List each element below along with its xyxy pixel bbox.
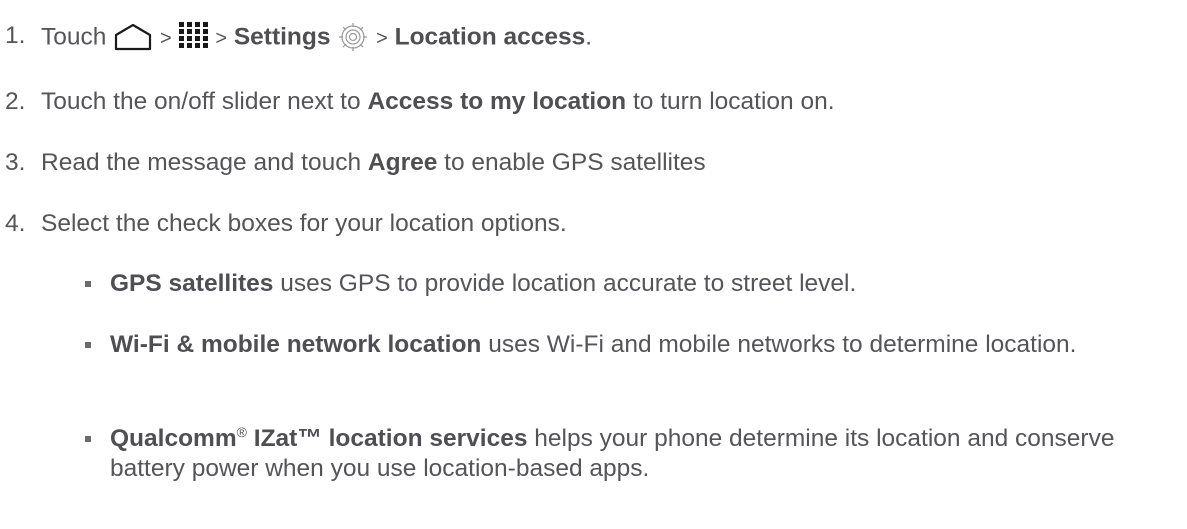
separator: >: [160, 27, 172, 50]
location-access-label: Location access: [394, 23, 586, 51]
access-to-my-location-label: Access to my location: [367, 88, 627, 115]
bullet-description: uses GPS to provide location accurate to…: [280, 270, 857, 297]
step-text-pre: Read the message and touch: [41, 149, 362, 176]
bullet-text: GPS satellites uses GPS to provide locat…: [110, 269, 1170, 299]
period: .: [585, 23, 593, 51]
bullet-text: Wi-Fi & mobile network location uses Wi-…: [110, 330, 1170, 360]
home-icon: [113, 23, 153, 54]
step-number: 3.: [5, 149, 26, 176]
step-text-pre: Touch the on/off slider next to: [41, 88, 361, 115]
bullet-marker: [85, 436, 91, 442]
step-number: 2.: [5, 88, 26, 115]
wifi-mobile-network-label: Wi-Fi & mobile network location: [110, 331, 482, 358]
step-number: 1.: [5, 22, 26, 49]
izat-location-services-label: IZat™ location services: [253, 425, 528, 452]
separator: >: [215, 27, 228, 50]
apps-grid-icon: [178, 22, 209, 54]
step-text: Touch the on/off slider next to Access t…: [41, 87, 835, 117]
agree-label: Agree: [367, 149, 438, 176]
touch-text: Touch: [41, 23, 107, 51]
bullet-marker: [85, 342, 91, 348]
bullet-description: uses Wi-Fi and mobile networks to determ…: [488, 331, 1077, 358]
step-text: Select the check boxes for your location…: [41, 210, 567, 237]
step-text: Read the message and touch Agree to enab…: [41, 148, 706, 178]
step-text-post: to turn location on.: [632, 88, 835, 115]
gps-satellites-label: GPS satellites: [110, 270, 274, 297]
qualcomm-label: Qualcomm: [110, 425, 237, 452]
bullet-text: Qualcomm® IZat™ location services helps …: [110, 424, 1170, 484]
settings-gear-icon: [337, 21, 369, 55]
step-text-post: to enable GPS satellites: [444, 149, 706, 176]
step-number: 4.: [5, 210, 26, 237]
separator: >: [376, 27, 388, 50]
settings-label: Settings: [233, 23, 331, 51]
step-text: Touch > > Settings > Location access.: [41, 21, 592, 55]
bullet-marker: [85, 281, 91, 287]
registered-mark: ®: [236, 423, 247, 440]
